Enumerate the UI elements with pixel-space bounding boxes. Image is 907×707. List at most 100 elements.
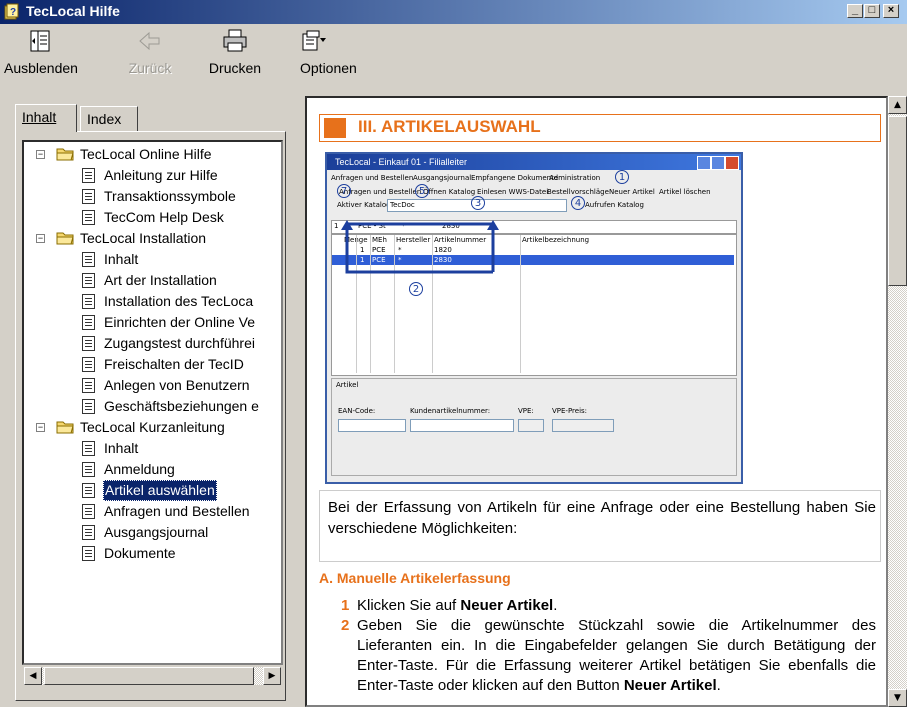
scroll-down-button[interactable]: ▼ xyxy=(888,689,907,707)
tree-item-label: Dokumente xyxy=(104,545,176,561)
options-icon xyxy=(302,30,326,51)
tree-item-label: Anlegen von Benutzern xyxy=(104,377,250,393)
tree-item-label: Anmeldung xyxy=(104,461,175,477)
maximize-button[interactable]: □ xyxy=(864,4,880,18)
step-text-bold: Neuer Artikel xyxy=(460,597,554,614)
callout-marker: 7 xyxy=(337,184,351,198)
tree-item-label: Art der Installation xyxy=(104,272,217,288)
help-page-icon xyxy=(82,168,95,183)
content-vertical-scrollbar[interactable]: ▲ ▼ xyxy=(888,96,907,707)
tree-horizontal-scrollbar[interactable]: ◀ ▶ xyxy=(24,667,281,685)
tab-contents[interactable]: Inhalt xyxy=(15,104,77,132)
section-heading: A. Manuelle Artikelerfassung xyxy=(319,570,511,586)
tree-item-label: Einrichten der Online Ve xyxy=(104,314,255,330)
tree-group-quick-guide[interactable]: − TecLocal Kurzanleitung xyxy=(36,417,276,438)
open-folder-icon xyxy=(56,232,74,245)
topic-content: III. ARTIKELAUSWAHL TecLocal - Einkauf 0… xyxy=(305,96,888,707)
tree-group-online-help[interactable]: − TecLocal Online Hilfe xyxy=(36,144,276,165)
scroll-thumb[interactable] xyxy=(44,667,254,685)
tree-group-installation[interactable]: − TecLocal Installation xyxy=(36,228,276,249)
step-text-bold: Neuer Artikel xyxy=(623,677,717,694)
topic-title: III. ARTIKELAUSWAHL xyxy=(358,117,541,136)
step-text: Klicken Sie auf Neuer Artikel. xyxy=(357,596,876,616)
help-page-icon xyxy=(82,399,95,414)
collapse-toggle[interactable]: − xyxy=(36,423,45,432)
help-page-icon xyxy=(82,483,95,498)
intro-paragraph: Bei der Erfassung von Artikeln für eine … xyxy=(328,499,876,537)
open-folder-icon xyxy=(56,421,74,434)
tab-contents-label: Inhalt xyxy=(22,109,57,125)
back-button[interactable]: Zurück xyxy=(120,28,180,76)
options-label: Optionen xyxy=(300,60,357,76)
tree-item-label: Inhalt xyxy=(104,251,139,267)
tree-group-label: TecLocal Online Hilfe xyxy=(80,146,212,162)
back-label: Zurück xyxy=(128,60,172,76)
tab-index-label: Index xyxy=(87,111,122,127)
tree-item-label: Inhalt xyxy=(104,440,139,456)
help-book-icon: ? xyxy=(4,3,19,20)
collapse-toggle[interactable]: − xyxy=(36,234,45,243)
heading-marker xyxy=(324,118,346,138)
toolbar: Ausblenden Zurück Drucken Optionen xyxy=(0,24,907,92)
tree-item-label: Anleitung zur Hilfe xyxy=(104,167,218,183)
help-page-icon xyxy=(82,210,95,225)
help-page-icon xyxy=(82,441,95,456)
help-page-icon xyxy=(82,546,95,561)
tree-group-label: TecLocal Kurzanleitung xyxy=(80,419,225,435)
window-title: TecLocal Hilfe xyxy=(26,3,120,19)
hide-pane-icon xyxy=(30,30,50,52)
callout-marker: 4 xyxy=(571,196,585,210)
step-text-prefix: Klicken Sie auf xyxy=(357,597,461,614)
step-2: 2 Geben Sie die gewünschte Stückzahl sow… xyxy=(341,616,876,696)
step-text-cont: Button xyxy=(576,677,624,694)
scroll-up-button[interactable]: ▲ xyxy=(888,96,907,114)
tree-item-label: Anfragen und Bestellen xyxy=(104,503,250,519)
tree-item-label: Installation des TecLoca xyxy=(104,293,254,309)
options-button[interactable]: Optionen xyxy=(300,28,364,76)
tree-item-label: Geschäftsbeziehungen e xyxy=(104,398,259,414)
help-page-icon xyxy=(82,462,95,477)
tree-item-label: Ausgangsjournal xyxy=(104,524,209,540)
step-text-end: . xyxy=(716,677,721,694)
tree-item-label: TecCom Help Desk xyxy=(104,209,224,225)
callout-marker: 5 xyxy=(415,184,429,198)
close-button[interactable]: × xyxy=(883,4,899,18)
annotation-arrows xyxy=(341,220,499,274)
print-label: Drucken xyxy=(208,60,262,76)
step-1: 1 Klicken Sie auf Neuer Artikel. xyxy=(341,596,876,616)
scroll-left-button[interactable]: ◀ xyxy=(24,667,42,685)
collapse-toggle[interactable]: − xyxy=(36,150,45,159)
help-page-icon xyxy=(82,294,95,309)
scroll-right-button[interactable]: ▶ xyxy=(263,667,281,685)
hide-button[interactable]: Ausblenden xyxy=(4,28,78,76)
step-number: 2 xyxy=(341,617,350,634)
navigation-pane: Inhalt Index − TecLocal Online Hilfe Anl… xyxy=(0,94,297,707)
print-button[interactable]: Drucken xyxy=(200,28,270,76)
help-page-icon xyxy=(82,378,95,393)
tree-item-label: Transaktionssymbole xyxy=(104,188,236,204)
help-page-icon xyxy=(82,525,95,540)
hide-label: Ausblenden xyxy=(4,60,78,76)
printer-icon xyxy=(223,29,247,52)
help-page-icon xyxy=(82,252,95,267)
tree-item-label: Artikel auswählen xyxy=(103,480,217,501)
embedded-screenshot: TecLocal - Einkauf 01 - Filialleiter Anf… xyxy=(325,152,743,484)
callout-marker: 1 xyxy=(615,170,629,184)
step-text-suffix: . xyxy=(553,597,558,614)
intro-box: Bei der Erfassung von Artikeln für eine … xyxy=(319,490,881,562)
help-page-icon xyxy=(82,357,95,372)
step-text: Geben Sie die gewünschte Stückzahl sowie… xyxy=(357,616,876,696)
help-page-icon xyxy=(82,273,95,288)
callout-marker: 2 xyxy=(409,282,423,296)
topic-heading: III. ARTIKELAUSWAHL xyxy=(319,114,881,142)
open-folder-icon xyxy=(56,148,74,161)
back-arrow-icon xyxy=(139,31,160,51)
step-number: 1 xyxy=(341,597,350,614)
tab-index[interactable]: Index xyxy=(80,106,138,132)
contents-tree: − TecLocal Online Hilfe Anleitung zur Hi… xyxy=(22,140,283,665)
minimize-button[interactable]: _ xyxy=(847,4,863,18)
scroll-thumb[interactable] xyxy=(888,116,907,286)
pane-splitter[interactable] xyxy=(297,94,305,707)
svg-text:?: ? xyxy=(10,7,16,18)
help-page-icon xyxy=(82,189,95,204)
